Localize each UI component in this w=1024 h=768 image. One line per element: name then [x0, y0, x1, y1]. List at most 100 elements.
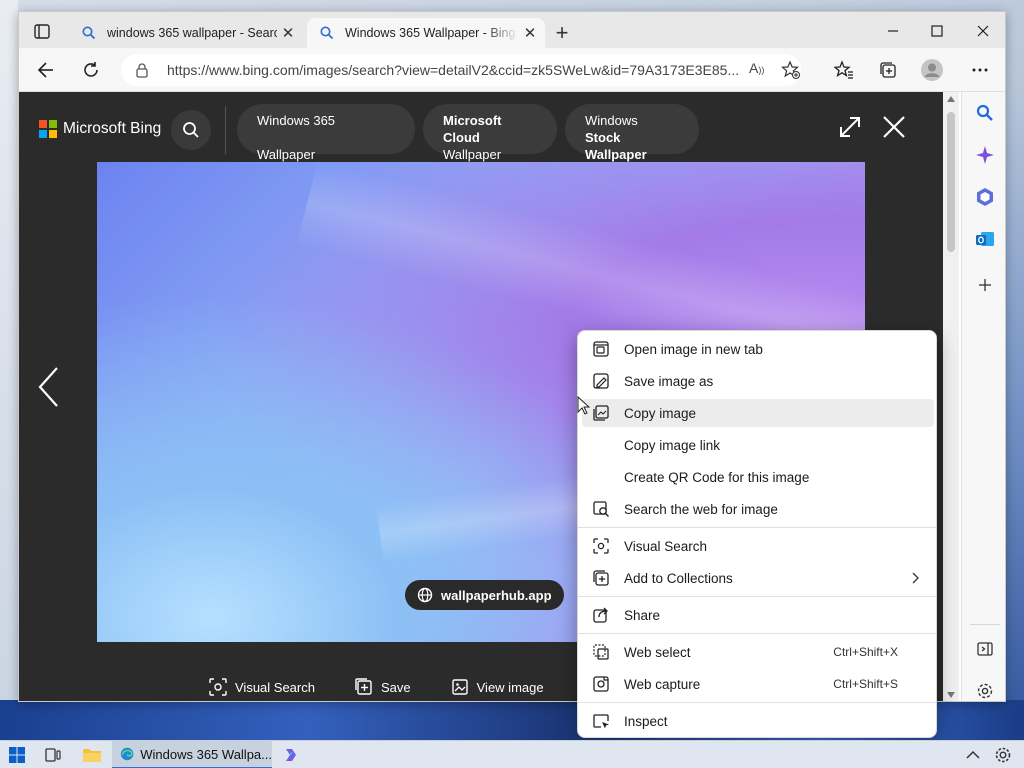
- menu-item-create-qr-code[interactable]: Create QR Code for this image: [582, 463, 934, 491]
- scroll-up-icon[interactable]: [947, 96, 955, 102]
- view-image-button[interactable]: View image: [451, 678, 544, 696]
- context-menu: Open image in new tab Save image as Copy…: [577, 330, 937, 738]
- copilot-icon: [286, 749, 296, 761]
- menu-item-label: Web select: [624, 644, 691, 660]
- back-button[interactable]: [31, 56, 61, 84]
- maximize-button[interactable]: [915, 18, 959, 44]
- action-label: View image: [476, 679, 544, 695]
- image-search-icon: [592, 500, 610, 518]
- taskbar-edge-window[interactable]: Windows 365 Wallpa...: [112, 741, 272, 768]
- show-hidden-icons-button[interactable]: [966, 744, 980, 766]
- menu-item-inspect[interactable]: Inspect: [582, 707, 934, 735]
- outlook-icon[interactable]: [974, 228, 996, 250]
- menu-item-label: Inspect: [624, 713, 668, 729]
- shortcut-label: Ctrl+Shift+S: [833, 677, 898, 691]
- menu-item-visual-search[interactable]: Visual Search: [582, 532, 934, 560]
- action-label: Save: [380, 679, 411, 695]
- tab-actions-icon[interactable]: [29, 21, 55, 43]
- start-button[interactable]: [8, 744, 26, 766]
- folder-icon: [83, 749, 101, 762]
- profile-avatar[interactable]: [917, 56, 947, 84]
- menu-item-copy-image[interactable]: Copy image: [582, 399, 934, 427]
- visual-search-button[interactable]: Visual Search: [209, 678, 315, 696]
- more-menu-icon[interactable]: [965, 56, 995, 84]
- view-image-icon: [451, 679, 468, 695]
- menu-item-save-image-as[interactable]: Save image as: [582, 367, 934, 395]
- url-text[interactable]: https://www.bing.com/images/search?view=…: [167, 62, 745, 78]
- save-icon: [355, 678, 372, 695]
- bing-search-button[interactable]: [171, 110, 211, 150]
- related-chip-microsoft-cloud[interactable]: Microsoft Cloud Wallpaper: [423, 104, 557, 162]
- close-window-button[interactable]: [961, 18, 1005, 44]
- tab-search[interactable]: windows 365 wallpaper - Search ✕: [69, 18, 303, 48]
- sidebar-divider: [970, 624, 1000, 625]
- tab-title: windows 365 wallpaper - Search: [107, 26, 277, 40]
- scroll-thumb[interactable]: [947, 112, 955, 252]
- add-sidebar-app-icon[interactable]: [974, 274, 996, 296]
- related-chip-windows-stock[interactable]: Windows Stock Wallpaper: [565, 104, 699, 162]
- new-tab-button[interactable]: +: [549, 22, 575, 46]
- sidebar-search-icon[interactable]: [974, 102, 996, 124]
- favorites-icon[interactable]: [829, 56, 859, 84]
- menu-divider: [578, 633, 936, 634]
- taskbar-window-title: Windows 365 Wallpa...: [140, 746, 272, 762]
- office-icon[interactable]: [974, 186, 996, 208]
- copilot-sparkle-icon[interactable]: [974, 144, 996, 166]
- close-tab-icon[interactable]: ✕: [277, 22, 299, 44]
- menu-item-web-capture[interactable]: Web capture Ctrl+Shift+S: [582, 670, 934, 698]
- menu-divider: [578, 527, 936, 528]
- refresh-button[interactable]: [76, 56, 106, 84]
- previous-image-icon[interactable]: [37, 366, 61, 408]
- search-icon: [82, 26, 96, 40]
- taskbar: Windows 365 Wallpa...: [0, 740, 1024, 768]
- favorite-add-icon[interactable]: [781, 60, 801, 80]
- page-scrollbar[interactable]: [943, 92, 959, 701]
- bing-logo[interactable]: Microsoft Bing: [39, 120, 161, 138]
- menu-divider: [578, 702, 936, 703]
- hide-sidebar-icon[interactable]: [974, 638, 996, 660]
- minimize-button[interactable]: [871, 18, 915, 44]
- mouse-cursor-icon: [577, 396, 591, 415]
- settings-button[interactable]: [994, 744, 1012, 766]
- close-icon[interactable]: [881, 114, 907, 140]
- read-aloud-icon[interactable]: A)): [749, 60, 764, 76]
- menu-item-copy-image-link[interactable]: Copy image link: [582, 431, 934, 459]
- menu-item-open-image-new-tab[interactable]: Open image in new tab: [582, 335, 934, 363]
- chip-label: Wallpaper: [443, 147, 502, 162]
- menu-item-add-to-collections[interactable]: Add to Collections: [582, 564, 934, 592]
- file-explorer-button[interactable]: [82, 744, 102, 766]
- tab-bar: windows 365 wallpaper - Search ✕ Windows…: [19, 12, 1005, 48]
- menu-item-label: Add to Collections: [624, 570, 733, 586]
- close-tab-icon[interactable]: ✕: [519, 22, 541, 44]
- chip-label: Windows 365 Wallpaper: [257, 113, 336, 162]
- collections-icon[interactable]: [873, 56, 903, 84]
- web-capture-icon: [592, 675, 610, 693]
- address-bar[interactable]: https://www.bing.com/images/search?view=…: [121, 54, 801, 86]
- logo-text: Microsoft Bing: [63, 120, 162, 137]
- menu-item-label: Share: [624, 607, 661, 623]
- menu-item-label: Web capture: [624, 676, 701, 692]
- image-action-bar: Visual Search Save View image: [209, 678, 584, 696]
- image-source-link[interactable]: wallpaperhub.app: [405, 580, 564, 610]
- task-view-button[interactable]: [44, 744, 62, 766]
- globe-icon: [417, 587, 433, 603]
- task-view-icon: [45, 748, 61, 762]
- search-icon: [183, 122, 199, 138]
- menu-divider: [578, 596, 936, 597]
- save-image-icon: [592, 372, 610, 390]
- lock-icon[interactable]: [135, 62, 149, 78]
- copilot-taskbar-button[interactable]: [282, 744, 300, 766]
- tab-bing-images[interactable]: Windows 365 Wallpaper - Bing images ✕: [307, 18, 545, 48]
- menu-item-web-select[interactable]: Web select Ctrl+Shift+X: [582, 638, 934, 666]
- tab-title: Windows 365 Wallpaper - Bing images: [345, 26, 519, 40]
- menu-item-search-web-for-image[interactable]: Search the web for image: [582, 495, 934, 523]
- scroll-down-icon[interactable]: [947, 692, 955, 698]
- visual-search-icon: [592, 537, 610, 555]
- save-button[interactable]: Save: [355, 678, 411, 696]
- edge-sidebar: [961, 92, 1005, 701]
- microsoft-logo-icon: [39, 120, 57, 138]
- menu-item-share[interactable]: Share: [582, 601, 934, 629]
- related-chip-windows-365-wallpaper[interactable]: Windows 365 Wallpaper: [237, 104, 415, 162]
- expand-icon[interactable]: [837, 114, 863, 140]
- sidebar-settings-icon[interactable]: [974, 680, 996, 701]
